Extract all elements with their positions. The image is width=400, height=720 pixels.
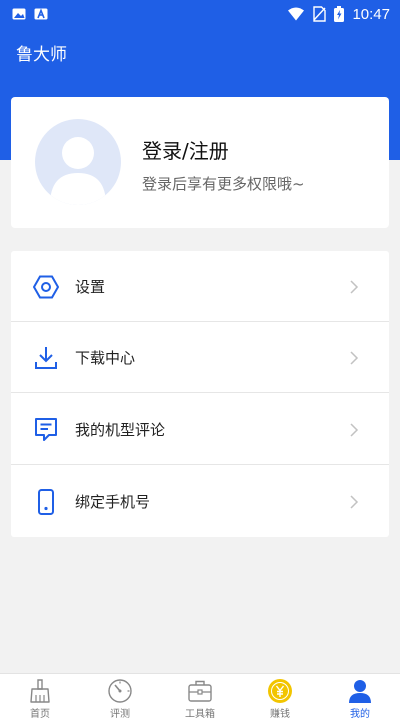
- menu-item-label: 设置: [75, 278, 106, 296]
- image-notification-icon: [12, 8, 26, 20]
- user-icon: [349, 680, 371, 703]
- comment-icon: [35, 417, 57, 441]
- wifi-icon: [288, 7, 305, 21]
- status-time: 10:47: [352, 5, 390, 23]
- nav-item-toolbox[interactable]: 工具箱: [160, 674, 240, 720]
- nav-item-earn[interactable]: 赚钱: [240, 674, 320, 720]
- status-right: 10:47: [287, 6, 390, 23]
- download-icon: [35, 346, 57, 369]
- coin-icon: [268, 679, 292, 703]
- avatar[interactable]: [35, 119, 121, 205]
- chevron-right-icon: [350, 422, 359, 437]
- nav-item-home[interactable]: 首页: [0, 674, 80, 720]
- bottom-nav: 首页 评测 工具箱 赚钱 我的: [0, 673, 400, 720]
- nav-label: 赚钱: [270, 709, 290, 720]
- gauge-icon: [108, 679, 132, 703]
- menu-item-download-center[interactable]: 下载中心: [11, 322, 389, 393]
- app-title: 鲁大师: [16, 45, 67, 65]
- menu-item-label: 绑定手机号: [75, 493, 151, 511]
- chevron-right-icon: [350, 350, 359, 365]
- profile-card[interactable]: 登录/注册 登录后享有更多权限哦~: [11, 97, 389, 228]
- chevron-right-icon: [350, 494, 359, 509]
- menu-item-label: 下载中心: [75, 349, 136, 367]
- default-avatar-icon: [50, 137, 106, 205]
- nav-item-benchmark[interactable]: 评测: [80, 674, 160, 720]
- toolbox-icon: [188, 680, 212, 702]
- nav-label: 我的: [350, 709, 370, 720]
- login-subtitle: 登录后享有更多权限哦~: [142, 175, 305, 193]
- nav-label: 首页: [30, 709, 50, 720]
- nav-item-mine[interactable]: 我的: [320, 674, 400, 720]
- menu-item-settings[interactable]: 设置: [11, 251, 389, 322]
- status-bar: 10:47: [0, 0, 400, 28]
- settings-hexagon-icon: [33, 275, 59, 298]
- battery-charging-icon: [334, 6, 345, 22]
- nav-label: 评测: [110, 709, 130, 720]
- menu-item-label: 我的机型评论: [75, 421, 166, 439]
- app-notification-icon: [34, 8, 48, 20]
- menu-card: 设置 下载中心 我的机型评论 绑定手机号: [11, 251, 389, 537]
- chevron-right-icon: [350, 279, 359, 294]
- login-register-link[interactable]: 登录/注册: [142, 135, 229, 164]
- no-sim-icon: [313, 6, 327, 22]
- nav-label: 工具箱: [185, 709, 215, 720]
- status-left: [12, 8, 48, 20]
- broom-icon: [30, 679, 50, 703]
- menu-item-bind-phone[interactable]: 绑定手机号: [11, 466, 389, 537]
- menu-item-my-device-comments[interactable]: 我的机型评论: [11, 394, 389, 465]
- phone-icon: [38, 488, 54, 515]
